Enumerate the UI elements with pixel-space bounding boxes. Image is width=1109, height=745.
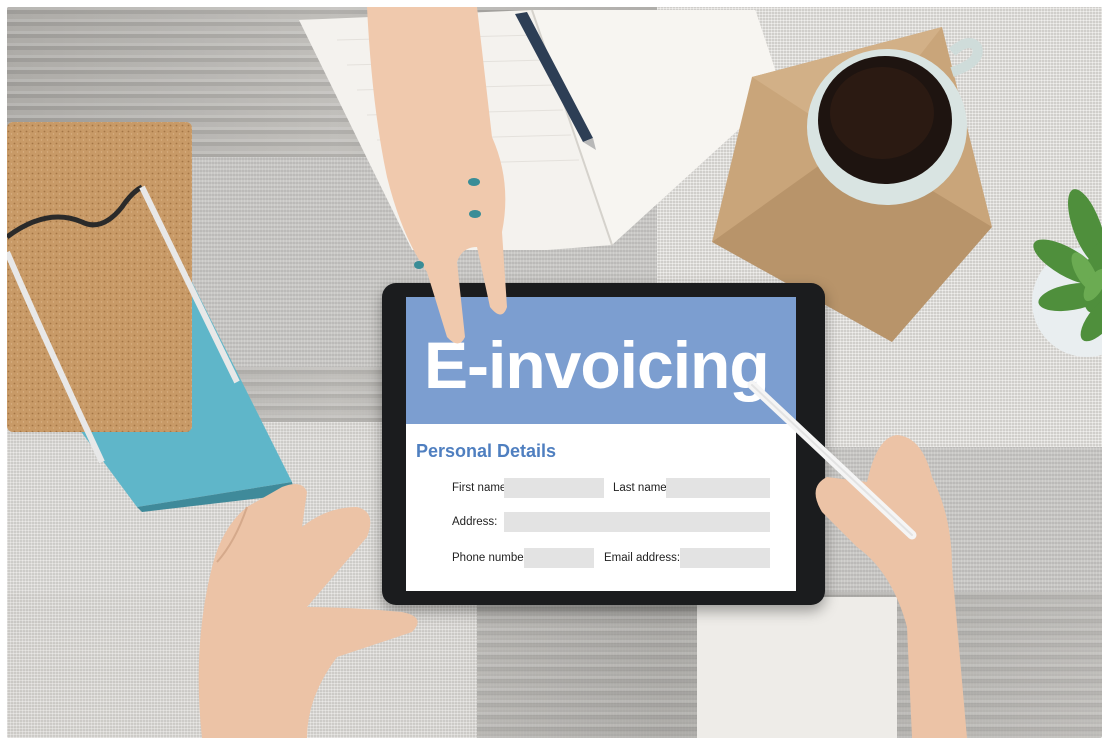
pointing-hand: [367, 7, 507, 344]
hands-overlay: [198, 7, 967, 738]
left-hand: [198, 483, 418, 738]
right-hand-with-stylus: [747, 380, 967, 738]
photo-scene: E-invoicing Personal Details First name:…: [7, 7, 1102, 738]
